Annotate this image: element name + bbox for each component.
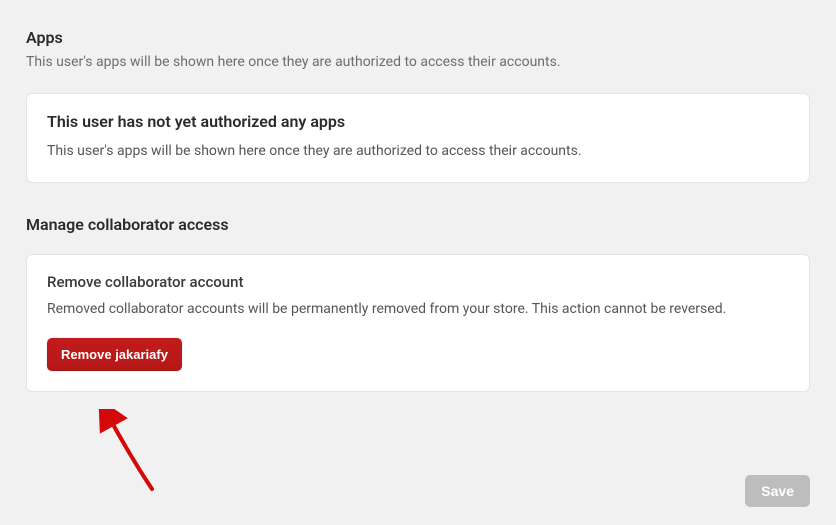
- save-button[interactable]: Save: [745, 475, 810, 507]
- collaborator-section-title: Manage collaborator access: [26, 215, 810, 234]
- apps-empty-card: This user has not yet authorized any app…: [26, 93, 810, 183]
- remove-collaborator-subtitle: Remove collaborator account: [47, 273, 789, 291]
- apps-section-title: Apps: [26, 28, 810, 47]
- remove-collaborator-button[interactable]: Remove jakariafy: [47, 338, 182, 371]
- annotation-arrow-icon: [92, 409, 172, 499]
- apps-empty-title: This user has not yet authorized any app…: [47, 112, 789, 131]
- remove-collaborator-body: Removed collaborator accounts will be pe…: [47, 299, 789, 321]
- settings-page: Apps This user's apps will be shown here…: [0, 0, 836, 525]
- apps-empty-text: This user's apps will be shown here once…: [47, 141, 789, 162]
- apps-section-description: This user's apps will be shown here once…: [26, 53, 810, 73]
- collaborator-card: Remove collaborator account Removed coll…: [26, 254, 810, 393]
